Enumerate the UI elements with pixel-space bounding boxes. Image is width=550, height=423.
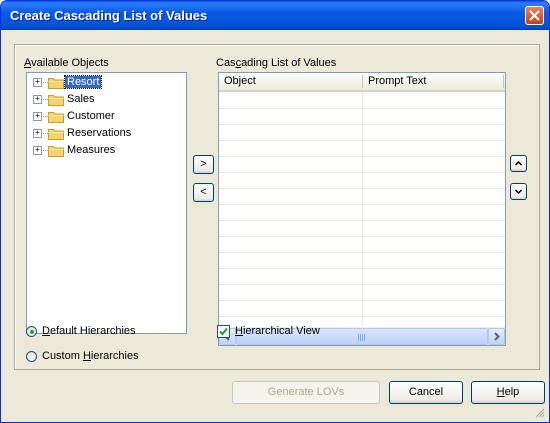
arrow-down-icon [514, 189, 523, 195]
expand-icon[interactable] [33, 95, 42, 104]
hierarchical-view-checkbox[interactable] [217, 325, 230, 338]
folder-icon [48, 112, 64, 123]
close-button[interactable] [525, 6, 544, 25]
arrow-right-icon [494, 332, 500, 341]
expand-icon[interactable] [33, 78, 42, 87]
move-up-button[interactable] [510, 155, 527, 172]
folder-icon [48, 78, 64, 89]
custom-hierarchies-label[interactable]: Custom Hierarchies [42, 350, 139, 362]
add-object-button[interactable]: > [193, 155, 214, 174]
folder-icon [48, 129, 64, 140]
move-down-button[interactable] [510, 183, 527, 200]
available-objects-tree[interactable]: Resort Sales Customer [26, 72, 187, 334]
default-hierarchies-label[interactable]: Default Hierarchies [42, 325, 136, 337]
expand-icon[interactable] [33, 129, 42, 138]
tree-item-label: Customer [67, 110, 115, 122]
cancel-button[interactable]: Cancel [389, 381, 463, 404]
scroll-right-button[interactable] [488, 328, 505, 345]
dialog-body: Available Objects Resort Sales [4, 30, 546, 419]
generate-lovs-button[interactable]: Generate LOVs [232, 381, 380, 404]
available-objects-label: Available Objects [24, 57, 109, 69]
resize-grip-icon[interactable] [534, 407, 545, 418]
remove-object-button[interactable]: < [193, 183, 214, 202]
expand-icon[interactable] [33, 146, 42, 155]
tree-item-label: Measures [67, 144, 116, 156]
grid-header: Object Prompt Text [219, 73, 505, 92]
column-header-prompt-text[interactable]: Prompt Text [368, 75, 427, 87]
tree-item-label: Sales [67, 93, 95, 105]
cascading-list-grid[interactable]: Object Prompt Text [218, 72, 506, 346]
hierarchical-view-label[interactable]: Hierarchical View [235, 325, 320, 337]
title-bar[interactable]: Create Cascading List of Values [1, 1, 549, 30]
tree-item-label: Resort [63, 75, 103, 89]
cascading-list-label: Cascading List of Values [216, 57, 337, 69]
checkmark-icon [219, 327, 228, 336]
expand-icon[interactable] [33, 112, 42, 121]
folder-icon [48, 146, 64, 157]
dialog-title: Create Cascading List of Values [10, 8, 208, 23]
column-header-object[interactable]: Object [224, 75, 256, 87]
dialog-window: Create Cascading List of Values Availabl… [0, 0, 550, 423]
tree-item-label: Reservations [67, 127, 132, 139]
custom-hierarchies-radio[interactable] [26, 351, 37, 362]
default-hierarchies-radio[interactable] [26, 326, 37, 337]
close-icon [529, 10, 540, 21]
help-button[interactable]: Help [471, 381, 545, 404]
folder-icon [48, 95, 64, 106]
arrow-up-icon [514, 160, 523, 166]
